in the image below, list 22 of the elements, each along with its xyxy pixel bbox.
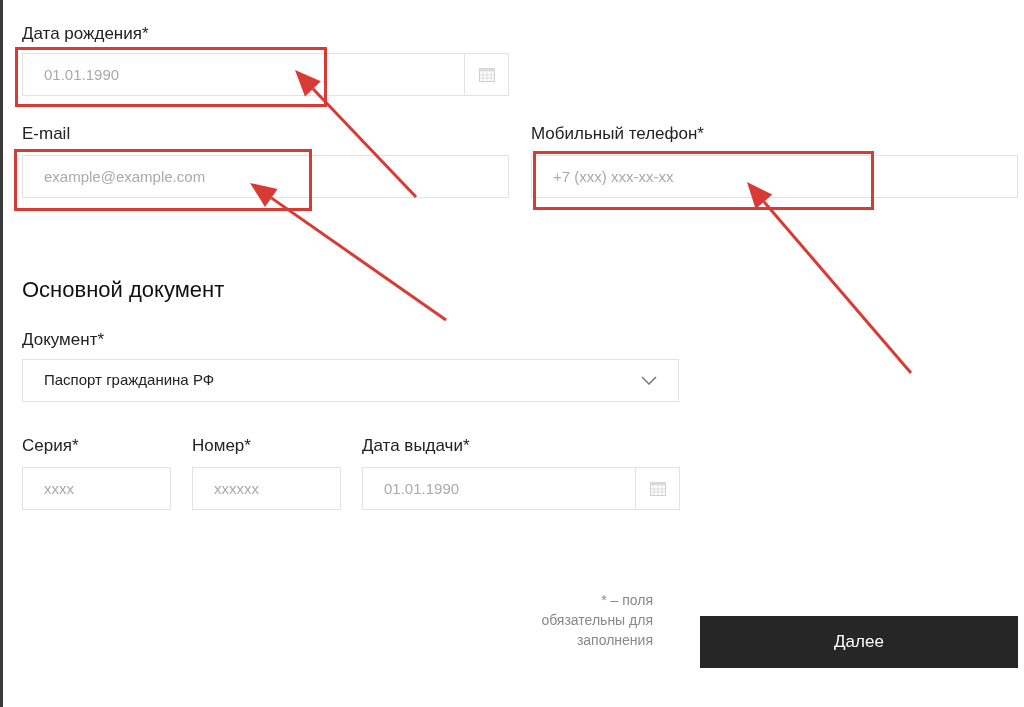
- field-label: E-mail: [22, 124, 72, 144]
- input-field[interactable]: +7 (xxx) xxx-xx-xx: [531, 155, 1018, 198]
- field-label: Дата выдачи*: [362, 436, 471, 456]
- date-field[interactable]: 01.01.1990: [362, 467, 635, 510]
- field-label: Документ*: [22, 330, 106, 350]
- field-label: Дата рождения*: [22, 24, 150, 44]
- calendar-button[interactable]: [635, 467, 680, 510]
- calendar-button[interactable]: [464, 53, 509, 96]
- document-select[interactable]: Паспорт гражданина РФ: [22, 359, 679, 402]
- input-field[interactable]: xxxxxx: [192, 467, 341, 510]
- field-label: Мобильный телефон*: [531, 124, 705, 144]
- next-button[interactable]: Далее: [700, 616, 1018, 668]
- required-note: * – поля обязательны для заполнения: [540, 591, 653, 650]
- input-field[interactable]: example@example.com: [22, 155, 509, 198]
- field-label: Номер*: [192, 436, 252, 456]
- chevron-down-icon: [641, 376, 657, 385]
- date-field[interactable]: 01.01.1990: [22, 53, 464, 96]
- calendar-icon: [478, 67, 495, 82]
- field-label: Серия*: [22, 436, 80, 456]
- section-title: Основной документ: [22, 276, 226, 304]
- input-field[interactable]: xxxx: [22, 467, 171, 510]
- calendar-icon: [649, 481, 666, 496]
